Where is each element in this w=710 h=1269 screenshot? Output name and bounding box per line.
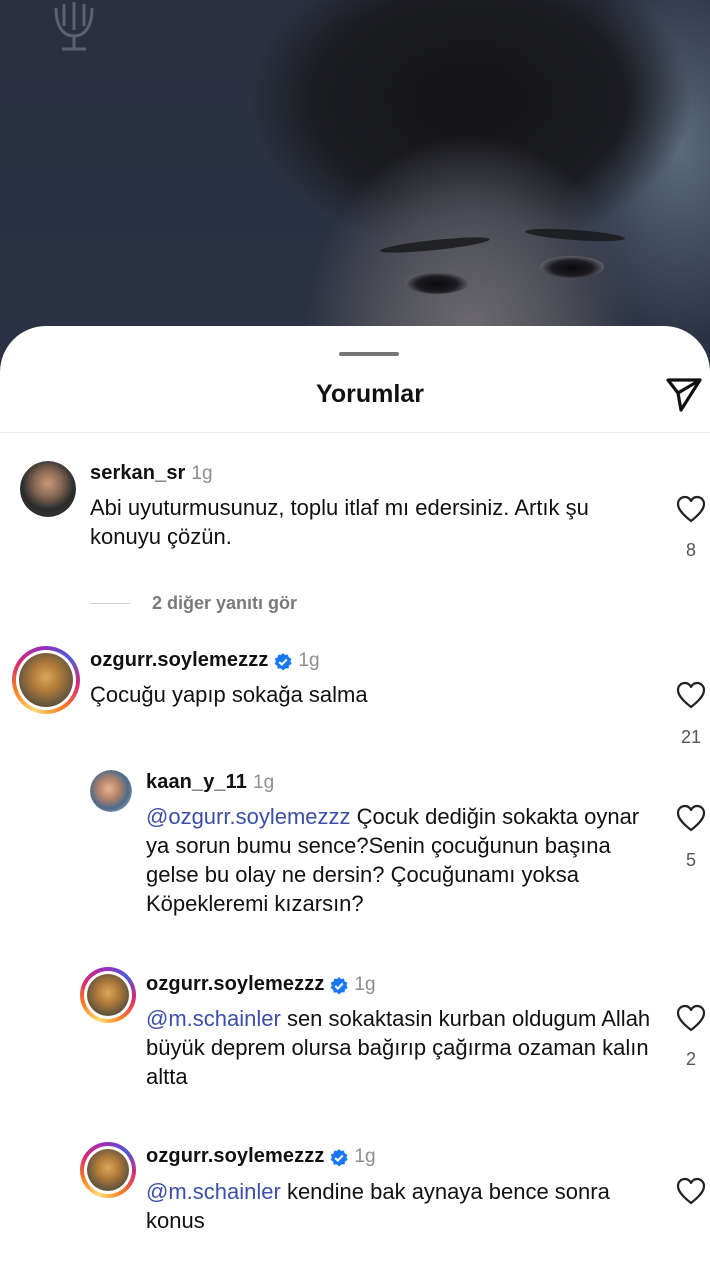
- avatar-story-ring[interactable]: [80, 1142, 136, 1198]
- verified-badge-icon: [331, 1148, 349, 1166]
- verified-badge-icon: [275, 652, 293, 670]
- mention-link[interactable]: @m.schainler: [146, 1006, 281, 1031]
- reply-header: ozgurr.soylemezzz 1g: [146, 973, 376, 996]
- timestamp: 1g: [191, 462, 213, 484]
- avatar-image: [19, 653, 73, 707]
- reply-text: @m.schainler kendine bak aynaya bence so…: [146, 1177, 656, 1235]
- timestamp: 1g: [253, 771, 275, 793]
- username[interactable]: ozgurr.soylemezzz: [146, 973, 324, 996]
- photo-detail: [405, 272, 469, 294]
- avatar-story-ring[interactable]: [80, 967, 136, 1023]
- comment-text: Abi uyuturmusunuz, toplu itlaf mı edersi…: [90, 495, 589, 549]
- comment-text: Çocuğu yapıp sokağa salma: [90, 682, 368, 707]
- avatar-image: [90, 770, 132, 812]
- like-count: 2: [685, 1049, 696, 1069]
- reply-header: kaan_y_11 1g: [146, 771, 274, 794]
- avatar-image: [87, 974, 129, 1016]
- username[interactable]: ozgurr.soylemezzz: [90, 649, 268, 672]
- heart-icon[interactable]: [676, 804, 706, 832]
- sheet-title: Yorumlar: [316, 380, 424, 408]
- username[interactable]: ozgurr.soylemezzz: [146, 1145, 324, 1168]
- photo-detail: [379, 234, 491, 256]
- like-count: 8: [685, 540, 696, 560]
- avatar[interactable]: [90, 770, 132, 812]
- photo-detail: [540, 256, 604, 278]
- divider-line: [90, 603, 130, 604]
- mention-link[interactable]: @ozgurr.soylemezzz: [146, 804, 351, 829]
- verified-badge-icon: [331, 976, 349, 994]
- avatar-image: [20, 461, 76, 517]
- avatar-image: [87, 1149, 129, 1191]
- heart-icon[interactable]: [676, 495, 706, 523]
- avatar-story-ring[interactable]: [12, 646, 80, 714]
- username[interactable]: kaan_y_11: [146, 771, 247, 794]
- view-more-replies-label: 2 diğer yanıtı gör: [152, 593, 298, 613]
- comment-header: ozgurr.soylemezzz 1g: [90, 649, 320, 672]
- header-divider: [0, 432, 710, 433]
- sheet-drag-handle[interactable]: [339, 352, 399, 356]
- timestamp: 1g: [354, 973, 376, 995]
- heart-icon[interactable]: [676, 681, 706, 709]
- timestamp: 1g: [354, 1145, 376, 1167]
- photo-detail: [524, 226, 626, 244]
- view-more-replies[interactable]: 2 diğer yanıtı gör: [90, 593, 297, 614]
- heart-icon[interactable]: [676, 1177, 706, 1205]
- avatar-frame: [84, 971, 132, 1019]
- share-icon[interactable]: [664, 376, 704, 414]
- avatar-frame: [84, 1146, 132, 1194]
- avatar-frame: [16, 650, 76, 710]
- reply-text: @m.schainler sen sokaktasin kurban oldug…: [146, 1004, 656, 1091]
- like-count: 21: [680, 727, 702, 747]
- like-count: 5: [685, 850, 696, 870]
- heart-icon[interactable]: [676, 1004, 706, 1032]
- timestamp: 1g: [298, 649, 320, 671]
- reply-text: @ozgurr.soylemezzz Çocuk dediğin sokakta…: [146, 802, 656, 918]
- microphone-icon: [54, 2, 94, 51]
- username[interactable]: serkan_sr: [90, 462, 185, 485]
- mention-link[interactable]: @m.schainler: [146, 1179, 281, 1204]
- reply-header: ozgurr.soylemezzz 1g: [146, 1145, 376, 1168]
- avatar[interactable]: [20, 461, 76, 517]
- post-background-photo: [0, 0, 710, 360]
- comment-header: serkan_sr 1g: [90, 462, 213, 485]
